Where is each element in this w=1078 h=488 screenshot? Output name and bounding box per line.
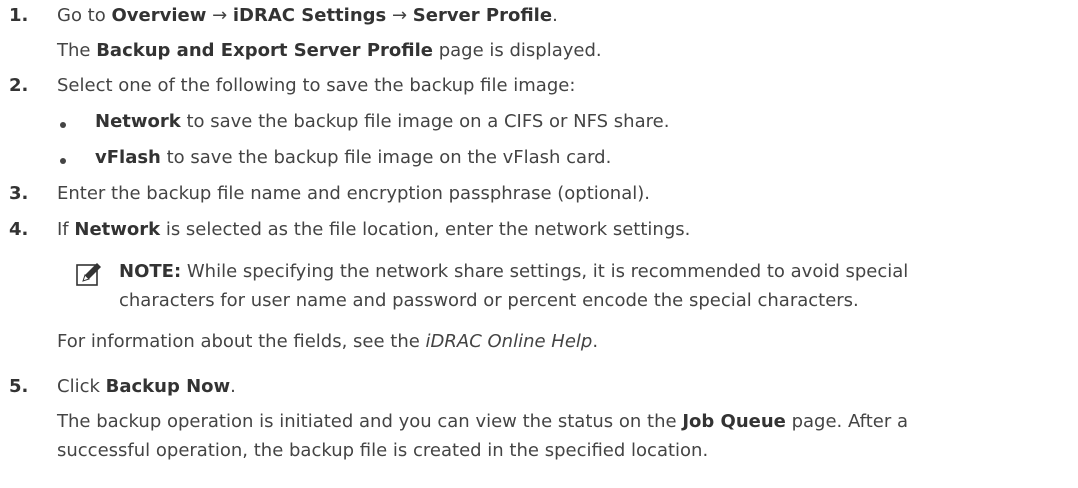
text-fragment: page. After a xyxy=(785,411,908,432)
menu-path-overview: Overview xyxy=(111,5,207,26)
menu-path-server-profile: Server Profile xyxy=(412,5,553,26)
page-name-backup-export: Backup and Export Server Profile xyxy=(96,40,433,61)
text-fragment: is selected as the file location, enter … xyxy=(160,219,691,240)
text-fragment: The backup operation is initiated and yo… xyxy=(57,411,683,432)
step-3-text: Enter the backup file name and encryptio… xyxy=(57,183,650,204)
step-5-line-2: The backup operation is initiated and yo… xyxy=(57,410,908,434)
help-reference: iDRAC Online Help xyxy=(425,331,593,352)
step-number-2: 2. xyxy=(9,75,29,96)
note-line-1: NOTE: While specifying the network share… xyxy=(119,260,908,284)
text-fragment: Go to xyxy=(57,5,112,26)
bullet-vflash: vFlash to save the backup file image on … xyxy=(95,146,611,170)
step-4-line-1: If Network is selected as the file locat… xyxy=(57,218,690,242)
step-1-line-2: The Backup and Export Server Profile pag… xyxy=(57,39,602,63)
step-number-1: 1. xyxy=(9,5,29,26)
note-line-2: characters for user name and password or… xyxy=(119,290,859,311)
step-number-5: 5. xyxy=(9,376,29,397)
option-vflash: vFlash xyxy=(95,147,161,168)
path-arrow: → xyxy=(386,5,413,26)
note-label: NOTE: xyxy=(119,261,182,282)
step-2-text: Select one of the following to save the … xyxy=(57,75,576,96)
bullet-network: Network to save the backup file image on… xyxy=(95,110,669,134)
page-name-job-queue: Job Queue xyxy=(682,411,786,432)
button-name-backup-now: Backup Now xyxy=(105,376,231,397)
path-arrow: → xyxy=(206,5,233,26)
text-fragment: . xyxy=(592,331,599,352)
step-1-line-1: Go to Overview → iDRAC Settings → Server… xyxy=(57,4,558,28)
bullet-dot xyxy=(60,158,66,164)
text-fragment: If xyxy=(57,219,75,240)
text-fragment: While specifying the network share setti… xyxy=(181,261,909,282)
text-fragment: page is displayed. xyxy=(432,40,602,61)
text-fragment: For information about the fields, see th… xyxy=(57,331,426,352)
bullet-dot xyxy=(60,122,66,128)
option-network: Network xyxy=(95,111,181,132)
text-fragment: to save the backup file image on the vFl… xyxy=(160,147,612,168)
text-fragment: . xyxy=(230,376,236,397)
document-page: 1. Go to Overview → iDRAC Settings → Ser… xyxy=(0,0,1078,488)
step-number-3: 3. xyxy=(9,183,29,204)
text-fragment: The xyxy=(57,40,97,61)
step-5-line-3: successful operation, the backup file is… xyxy=(57,440,709,461)
step-4-info: For information about the fields, see th… xyxy=(57,330,598,354)
text-fragment: . xyxy=(552,5,558,26)
step-number-4: 4. xyxy=(9,219,29,240)
menu-path-idrac-settings: iDRAC Settings xyxy=(232,5,387,26)
option-network: Network xyxy=(74,219,161,240)
text-fragment: Click xyxy=(57,376,106,397)
pencil-note-icon xyxy=(76,263,101,286)
text-fragment: to save the backup file image on a CIFS … xyxy=(180,111,670,132)
step-5-line-1: Click Backup Now. xyxy=(57,375,236,399)
